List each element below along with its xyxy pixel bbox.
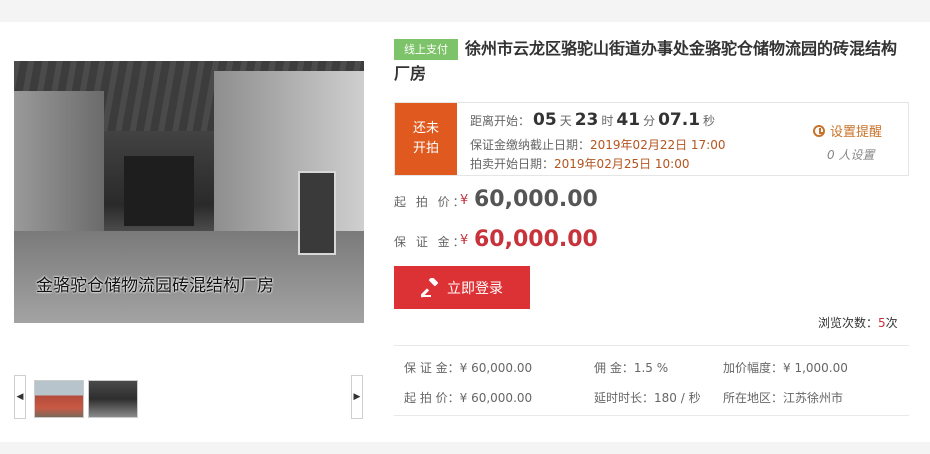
deposit-deadline: 保证金缴纳截止日期：2019年02月22日 17:00 xyxy=(470,136,726,153)
thumb-prev-button[interactable]: ◀ xyxy=(14,375,26,419)
info-region: 所在地区：江苏徐州市 xyxy=(723,391,844,405)
countdown-minutes: 41 xyxy=(616,110,641,130)
photo-corridor xyxy=(124,156,194,226)
login-button[interactable]: 立即登录 xyxy=(394,266,530,309)
start-price-label: 起 拍 价： xyxy=(394,195,468,209)
start-price-value: 60,000.00 xyxy=(474,187,598,212)
status-line2: 开拍 xyxy=(412,141,439,156)
chevron-right-icon: ▶ xyxy=(353,392,361,402)
info-delay: 延时时长：180 / 秒 xyxy=(594,391,701,405)
thumb-next-button[interactable]: ▶ xyxy=(351,375,363,419)
status-line1: 还未 xyxy=(412,121,439,136)
deposit-deadline-label: 保证金缴纳截止日期： xyxy=(470,138,591,152)
start-date-value: 2019年02月25日 10:00 xyxy=(554,157,690,171)
deposit-label: 保 证 金： xyxy=(394,235,468,249)
set-reminder-button[interactable]: 设置提醒 xyxy=(813,121,882,140)
set-reminder-label: 设置提醒 xyxy=(830,125,883,140)
countdown-seconds: 07.1 xyxy=(658,110,701,130)
info-start-price: 起 拍 价：¥ 60,000.00 xyxy=(404,391,533,405)
deposit-currency: ¥ xyxy=(460,233,469,248)
auction-status: 还未 开拍 xyxy=(395,103,457,175)
chevron-left-icon: ◀ xyxy=(16,392,24,402)
reminder-count: 0 人设置 xyxy=(827,148,875,162)
countdown-timer: 距离开始： 05 天 23 时 41 分 07.1 秒 xyxy=(470,110,715,130)
alarm-clock-icon xyxy=(813,124,825,137)
start-price-currency: ¥ xyxy=(460,193,469,208)
countdown-days: 05 xyxy=(533,110,557,130)
info-increment: 加价幅度：¥ 1,000.00 xyxy=(723,361,848,375)
photo-window xyxy=(298,171,336,255)
divider xyxy=(394,345,909,346)
auction-title: 徐州市云龙区骆驼山街道办事处金骆驼仓储物流园的砖混结构 xyxy=(465,39,898,58)
online-payment-badge: 线上支付 xyxy=(394,39,458,60)
deposit-value: 60,000.00 xyxy=(474,227,598,252)
divider xyxy=(394,415,909,416)
auction-start-date: 拍卖开始日期：2019年02月25日 10:00 xyxy=(470,155,690,172)
info-deposit: 保 证 金：¥ 60,000.00 xyxy=(404,361,533,375)
minutes-unit: 分 xyxy=(643,114,656,128)
view-count-label: 浏览次数： xyxy=(818,316,879,330)
thumbnail-1[interactable] xyxy=(34,380,84,418)
bottom-band xyxy=(0,442,930,454)
gavel-icon xyxy=(421,277,439,298)
countdown-prefix: 距离开始： xyxy=(470,114,531,128)
deposit-deadline-value: 2019年02月22日 17:00 xyxy=(590,138,726,152)
top-band xyxy=(0,0,930,22)
auction-title-line2: 厂房 xyxy=(394,64,427,83)
photo-caption: 金骆驼仓储物流园砖混结构厂房 xyxy=(36,276,274,296)
login-button-label: 立即登录 xyxy=(447,280,503,297)
countdown-box: 还未 开拍 距离开始： 05 天 23 时 41 分 07.1 秒 保证金缴纳截止日期：2019… xyxy=(394,102,909,176)
main-photo[interactable]: 金骆驼仓储物流园砖混结构厂房 xyxy=(14,61,364,323)
hours-unit: 时 xyxy=(601,114,614,128)
view-count-unit: 次 xyxy=(885,316,898,330)
thumbnail-2[interactable] xyxy=(88,380,138,418)
days-unit: 天 xyxy=(559,114,572,128)
start-date-label: 拍卖开始日期： xyxy=(470,157,555,171)
countdown-hours: 23 xyxy=(574,110,599,130)
seconds-unit: 秒 xyxy=(703,114,716,128)
info-commission: 佣 金：1.5 % xyxy=(594,361,669,375)
view-count-value: 5 xyxy=(878,316,886,330)
view-count: 浏览次数：5次 xyxy=(818,314,898,331)
